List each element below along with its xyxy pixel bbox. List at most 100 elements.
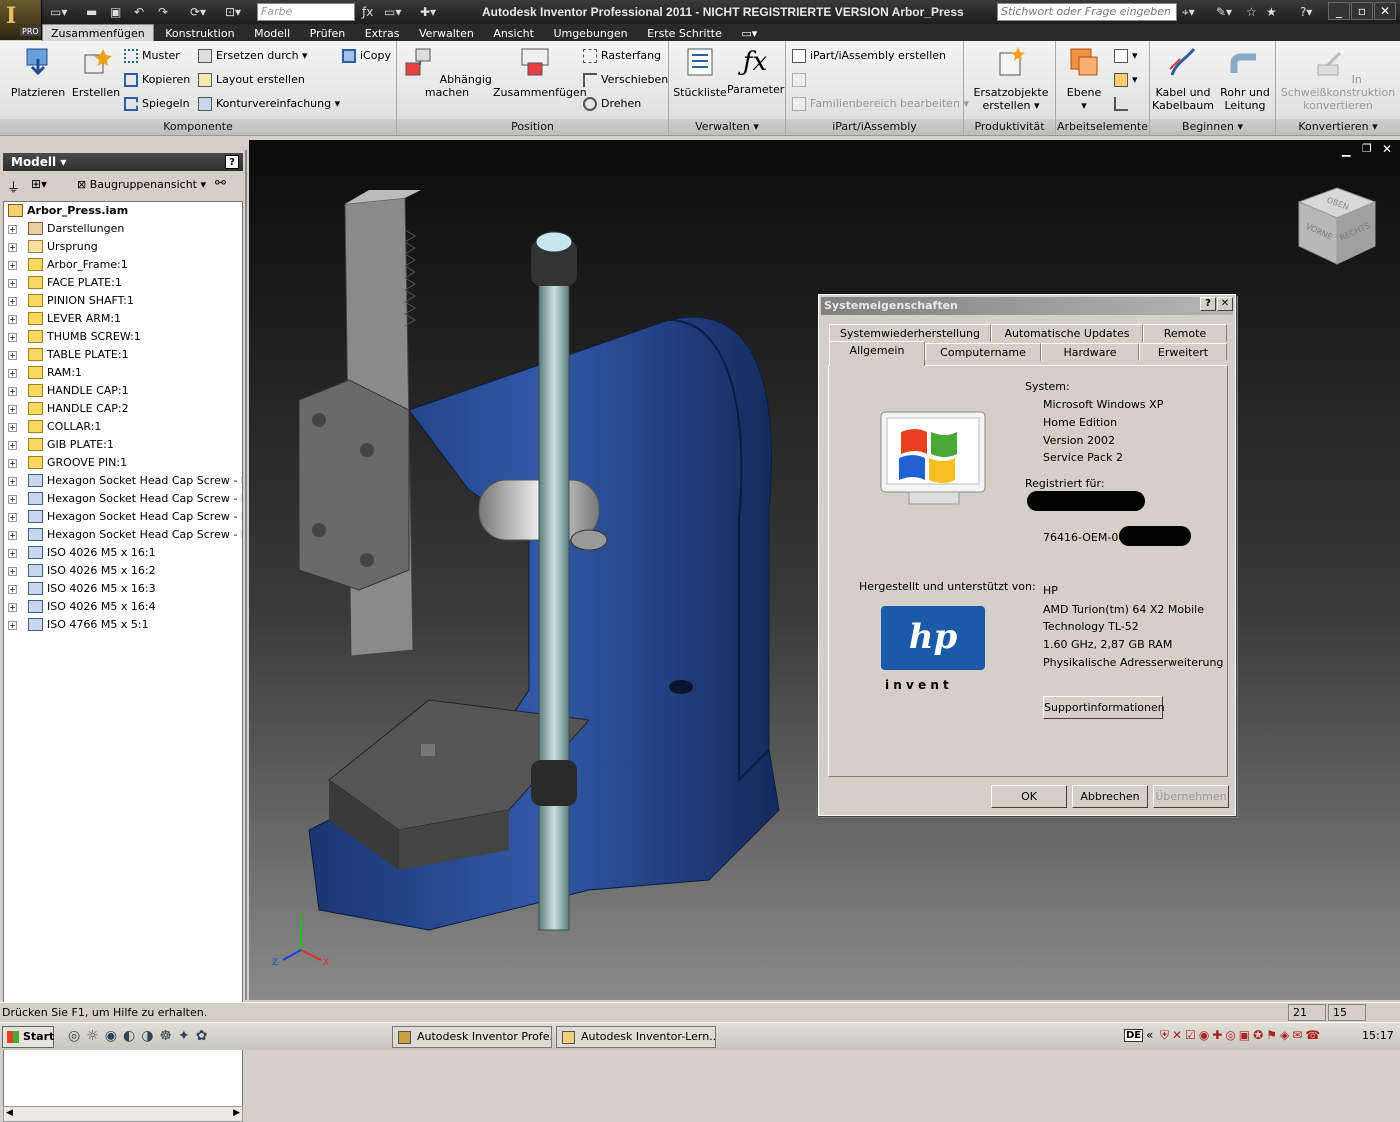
icopy-button[interactable]: iCopy bbox=[342, 46, 391, 66]
tree-item[interactable]: + Hexagon Socket Head Cap Screw - Inch bbox=[4, 472, 242, 490]
horizontal-scrollbar[interactable]: ◀ ▶ bbox=[3, 1106, 243, 1122]
ersatzobjekte-button[interactable]: Ersatzobjekte erstellen ▾ bbox=[968, 45, 1054, 112]
undo-icon[interactable]: ↶ bbox=[134, 4, 144, 20]
ebene-button[interactable]: Ebene ▾ bbox=[1060, 45, 1108, 112]
find-icon[interactable]: ⚯ bbox=[215, 176, 226, 191]
tab-automatische-updates[interactable]: Automatische Updates bbox=[991, 324, 1143, 342]
expand-icon[interactable]: + bbox=[8, 243, 17, 252]
maximize-button[interactable]: ▫ bbox=[1351, 2, 1373, 20]
stueckliste-button[interactable]: Stückliste bbox=[673, 45, 727, 99]
schweiss-button[interactable]: In Schweißkonstruktion konvertieren bbox=[1278, 45, 1398, 112]
tree-item[interactable]: + ISO 4026 M5 x 16:1 bbox=[4, 544, 242, 562]
ribbon-options-icon[interactable]: ▭▾ bbox=[733, 25, 765, 42]
viewport-close-icon[interactable]: ✕ bbox=[1382, 142, 1392, 156]
tab-ansicht[interactable]: Ansicht bbox=[485, 25, 542, 42]
star-icon[interactable]: ★ bbox=[1266, 4, 1277, 20]
tab-computername[interactable]: Computername bbox=[925, 343, 1041, 361]
help-icon[interactable]: ?▾ bbox=[1300, 4, 1312, 20]
expand-icon[interactable]: + bbox=[8, 441, 17, 450]
expand-icon[interactable]: + bbox=[8, 531, 17, 540]
help-search-input[interactable]: Stichwort oder Frage eingeben bbox=[997, 3, 1177, 21]
tree-item[interactable]: + Hexagon Socket Head Cap Screw - Inch bbox=[4, 490, 242, 508]
scroll-left-icon[interactable]: ◀ bbox=[6, 1108, 13, 1118]
tree-item[interactable]: + RAM:1 bbox=[4, 364, 242, 382]
tree-item[interactable]: + PINION SHAFT:1 bbox=[4, 292, 242, 310]
tree-item[interactable]: + Hexagon Socket Head Cap Screw - Inch bbox=[4, 508, 242, 526]
cross-icon[interactable]: ✚▾ bbox=[420, 4, 436, 20]
scroll-right-icon[interactable]: ▶ bbox=[233, 1108, 240, 1118]
axis-button[interactable]: ▾ bbox=[1114, 46, 1138, 66]
tree-item[interactable]: + Arbor_Frame:1 bbox=[4, 256, 242, 274]
browser-help-icon[interactable]: ? bbox=[225, 155, 239, 169]
tab-remote[interactable]: Remote bbox=[1143, 324, 1227, 342]
system-tray-icons[interactable]: ⛨✕☑◉✚◎▣✪⚑◈✉☎ bbox=[1160, 1028, 1323, 1043]
language-indicator[interactable]: DE bbox=[1124, 1029, 1144, 1042]
expand-icon[interactable]: + bbox=[8, 261, 17, 270]
expand-icon[interactable]: + bbox=[8, 603, 17, 612]
parameter-button[interactable]: ƒx Parameter bbox=[727, 45, 784, 96]
dialog-help-button[interactable]: ? bbox=[1200, 297, 1216, 311]
tree-item[interactable]: + THUMB SCREW:1 bbox=[4, 328, 242, 346]
point-button[interactable]: ▾ bbox=[1114, 70, 1138, 90]
expand-icon[interactable]: + bbox=[8, 423, 17, 432]
browser-header[interactable]: Modell ▾ ? bbox=[3, 153, 243, 171]
minimize-button[interactable]: _ bbox=[1328, 2, 1350, 20]
platzieren-button[interactable]: Platzieren bbox=[8, 45, 68, 99]
abhaengig-button[interactable]: Abhängig machen bbox=[401, 45, 493, 99]
application-menu-button[interactable]: I PRO bbox=[0, 0, 42, 40]
expand-icon[interactable]: + bbox=[8, 225, 17, 234]
expand-icon[interactable]: + bbox=[8, 477, 17, 486]
tab-zusammenfuegen[interactable]: Zusammenfügen bbox=[42, 24, 154, 41]
tree-item[interactable]: + COLLAR:1 bbox=[4, 418, 242, 436]
verschieben-button[interactable]: Verschieben bbox=[583, 70, 668, 90]
tree-item[interactable]: + Hexagon Socket Head Cap Screw - Inch bbox=[4, 526, 242, 544]
dialog-close-button[interactable]: ✕ bbox=[1217, 297, 1233, 311]
ucs-button[interactable] bbox=[1114, 94, 1132, 114]
expand-icon[interactable]: + bbox=[8, 279, 17, 288]
expand-icon[interactable]: + bbox=[8, 567, 17, 576]
tree-item[interactable]: + GROOVE PIN:1 bbox=[4, 454, 242, 472]
tree-root[interactable]: Arbor_Press.iam bbox=[4, 202, 242, 220]
familienbereich-button[interactable]: Familienbereich bearbeiten ▾ bbox=[792, 94, 969, 114]
tab-umgebungen[interactable]: Umgebungen bbox=[545, 25, 635, 42]
ok-button[interactable]: OK bbox=[991, 785, 1067, 808]
start-button[interactable]: Start bbox=[2, 1026, 54, 1048]
view-select[interactable]: ⊠ Baugruppenansicht ▾ bbox=[77, 178, 206, 191]
panel-label-verwalten[interactable]: Verwalten ▾ bbox=[669, 119, 785, 135]
viewport-restore-icon[interactable]: ❐ bbox=[1362, 142, 1372, 155]
cancel-button[interactable]: Abbrechen bbox=[1072, 785, 1148, 808]
new-icon[interactable]: ▭▾ bbox=[50, 4, 67, 20]
panel-label-beginnen[interactable]: Beginnen ▾ bbox=[1150, 119, 1275, 135]
tab-systemwiederherstellung[interactable]: Systemwiederherstellung bbox=[829, 324, 991, 342]
spiegeln-button[interactable]: Spiegeln bbox=[124, 94, 190, 114]
viewport-minimize-icon[interactable]: ▁ bbox=[1342, 144, 1350, 157]
viewcube[interactable]: OBEN VORNE RECHTS bbox=[1295, 184, 1379, 268]
expand-icon[interactable]: + bbox=[8, 513, 17, 522]
layout-button[interactable]: Layout erstellen bbox=[198, 70, 305, 90]
tree-item[interactable]: + HANDLE CAP:1 bbox=[4, 382, 242, 400]
tab-extras[interactable]: Extras bbox=[357, 25, 408, 42]
color-select[interactable]: Farbe bbox=[257, 3, 355, 21]
taskbar-item-learning[interactable]: Autodesk Inventor-Lern... bbox=[556, 1026, 716, 1048]
expand-icon[interactable]: + bbox=[8, 297, 17, 306]
tree-item[interactable]: + ISO 4026 M5 x 16:3 bbox=[4, 580, 242, 598]
tab-hardware[interactable]: Hardware bbox=[1041, 343, 1139, 361]
update-icon[interactable]: ⟳▾ bbox=[190, 4, 206, 20]
panel-label-konvertieren[interactable]: Konvertieren ▾ bbox=[1276, 119, 1400, 135]
expand-icon[interactable]: + bbox=[8, 369, 17, 378]
select-icon[interactable]: ⊡▾ bbox=[225, 4, 241, 20]
filter-icon[interactable]: ⏚ bbox=[7, 177, 20, 196]
expand-icon[interactable]: + bbox=[8, 495, 17, 504]
tree-item[interactable]: + LEVER ARM:1 bbox=[4, 310, 242, 328]
expand-icon[interactable]: + bbox=[8, 621, 17, 630]
tree-item[interactable]: + FACE PLATE:1 bbox=[4, 274, 242, 292]
tree-item[interactable]: + TABLE PLATE:1 bbox=[4, 346, 242, 364]
tree-item[interactable]: + ISO 4026 M5 x 16:4 bbox=[4, 598, 242, 616]
ipart-erstellen-button[interactable]: iPart/iAssembly erstellen bbox=[792, 46, 946, 66]
tab-erweitert[interactable]: Erweitert bbox=[1139, 343, 1227, 361]
tray-expand-icon[interactable]: « bbox=[1146, 1028, 1153, 1042]
expand-icon[interactable]: + bbox=[8, 387, 17, 396]
tree-item[interactable]: + GIB PLATE:1 bbox=[4, 436, 242, 454]
kabel-button[interactable]: Kabel und Kabelbaum bbox=[1152, 45, 1214, 112]
tree-item[interactable]: + ISO 4026 M5 x 16:2 bbox=[4, 562, 242, 580]
